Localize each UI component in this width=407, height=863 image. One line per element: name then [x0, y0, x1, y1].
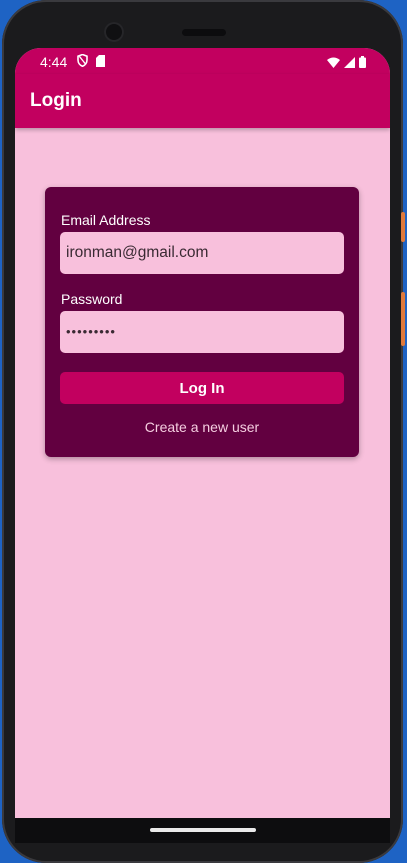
- wifi-icon: [327, 55, 340, 73]
- password-value: •••••••••: [66, 323, 116, 339]
- earpiece-speaker: [182, 29, 226, 36]
- home-indicator[interactable]: [150, 828, 256, 832]
- email-field[interactable]: ironman@gmail.com: [60, 232, 344, 274]
- sd-card-icon: [96, 54, 105, 72]
- side-button: [401, 292, 405, 346]
- create-user-link[interactable]: Create a new user: [45, 419, 359, 435]
- signal-icon: [344, 55, 355, 73]
- page-title: Login: [30, 90, 82, 111]
- side-button: [401, 212, 405, 242]
- status-bar: 4:44: [15, 48, 390, 74]
- login-card: Email Address ironman@gmail.com Password…: [45, 187, 359, 457]
- shield-icon: [77, 53, 88, 72]
- app-bar: Login: [15, 74, 390, 128]
- password-label: Password: [61, 291, 123, 307]
- email-value: ironman@gmail.com: [66, 244, 209, 261]
- battery-icon: [359, 55, 366, 73]
- login-button[interactable]: Log In: [60, 372, 344, 404]
- status-time: 4:44: [40, 54, 68, 70]
- password-field[interactable]: •••••••••: [60, 311, 344, 353]
- front-camera: [104, 22, 124, 42]
- app-screen: 4:44 Login Email Address ironman@gmail.c…: [15, 48, 390, 843]
- email-label: Email Address: [61, 212, 151, 228]
